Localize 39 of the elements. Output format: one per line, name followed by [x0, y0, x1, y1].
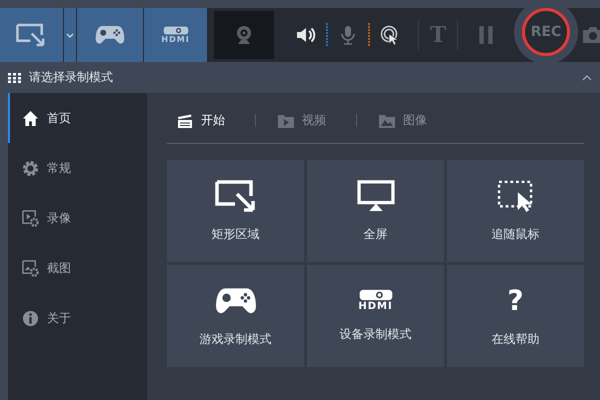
image-folder-icon: [379, 114, 395, 128]
speaker-icon[interactable]: [296, 25, 316, 45]
sidebar-item[interactable]: 录像: [8, 193, 147, 243]
dropdown-button[interactable]: [64, 8, 76, 62]
camera-icon[interactable]: [582, 26, 600, 44]
info-icon: [22, 310, 39, 326]
cursor-click-icon[interactable]: [380, 25, 400, 45]
mode-tile[interactable]: HDMI 设备录制模式: [307, 265, 444, 367]
clapperboard-icon: [177, 114, 193, 128]
mode-tile[interactable]: 矩形区域: [167, 160, 304, 262]
mode-tile[interactable]: 全屏: [307, 160, 444, 262]
resize-area-icon: [214, 180, 256, 212]
image-settings-icon: [22, 260, 39, 276]
sidebar-item[interactable]: 截图: [8, 243, 147, 293]
webcam-button[interactable]: [214, 11, 274, 59]
mode-button[interactable]: HDMI: [144, 8, 207, 62]
video-settings-icon: [22, 210, 39, 226]
mode-button[interactable]: [0, 8, 63, 62]
sidebar-item[interactable]: 常规: [8, 143, 147, 193]
resize-area-icon: [16, 23, 46, 47]
sidebar-item[interactable]: 关于: [8, 293, 147, 343]
microphone-icon[interactable]: [338, 25, 358, 45]
tab[interactable]: 开始: [177, 112, 237, 129]
mode-button[interactable]: [77, 8, 144, 62]
collapse-icon[interactable]: [582, 74, 592, 80]
tab[interactable]: 视频: [278, 112, 338, 129]
video-folder-icon: [278, 114, 294, 128]
mode-tile[interactable]: 追随鼠标: [447, 160, 584, 262]
help-icon: ?: [507, 284, 524, 316]
mode-tile[interactable]: ? 在线帮助: [447, 265, 584, 367]
monitor-icon: [354, 180, 396, 212]
grid-icon: [8, 72, 21, 82]
header-title: 请选择录制模式: [29, 69, 114, 86]
caret-icon: [66, 32, 74, 38]
settings-icon: [22, 160, 39, 176]
home-icon: [22, 110, 39, 126]
webcam-icon: [234, 25, 254, 45]
mode-tile[interactable]: 游戏录制模式: [167, 265, 304, 367]
tab[interactable]: 图像: [379, 112, 439, 129]
